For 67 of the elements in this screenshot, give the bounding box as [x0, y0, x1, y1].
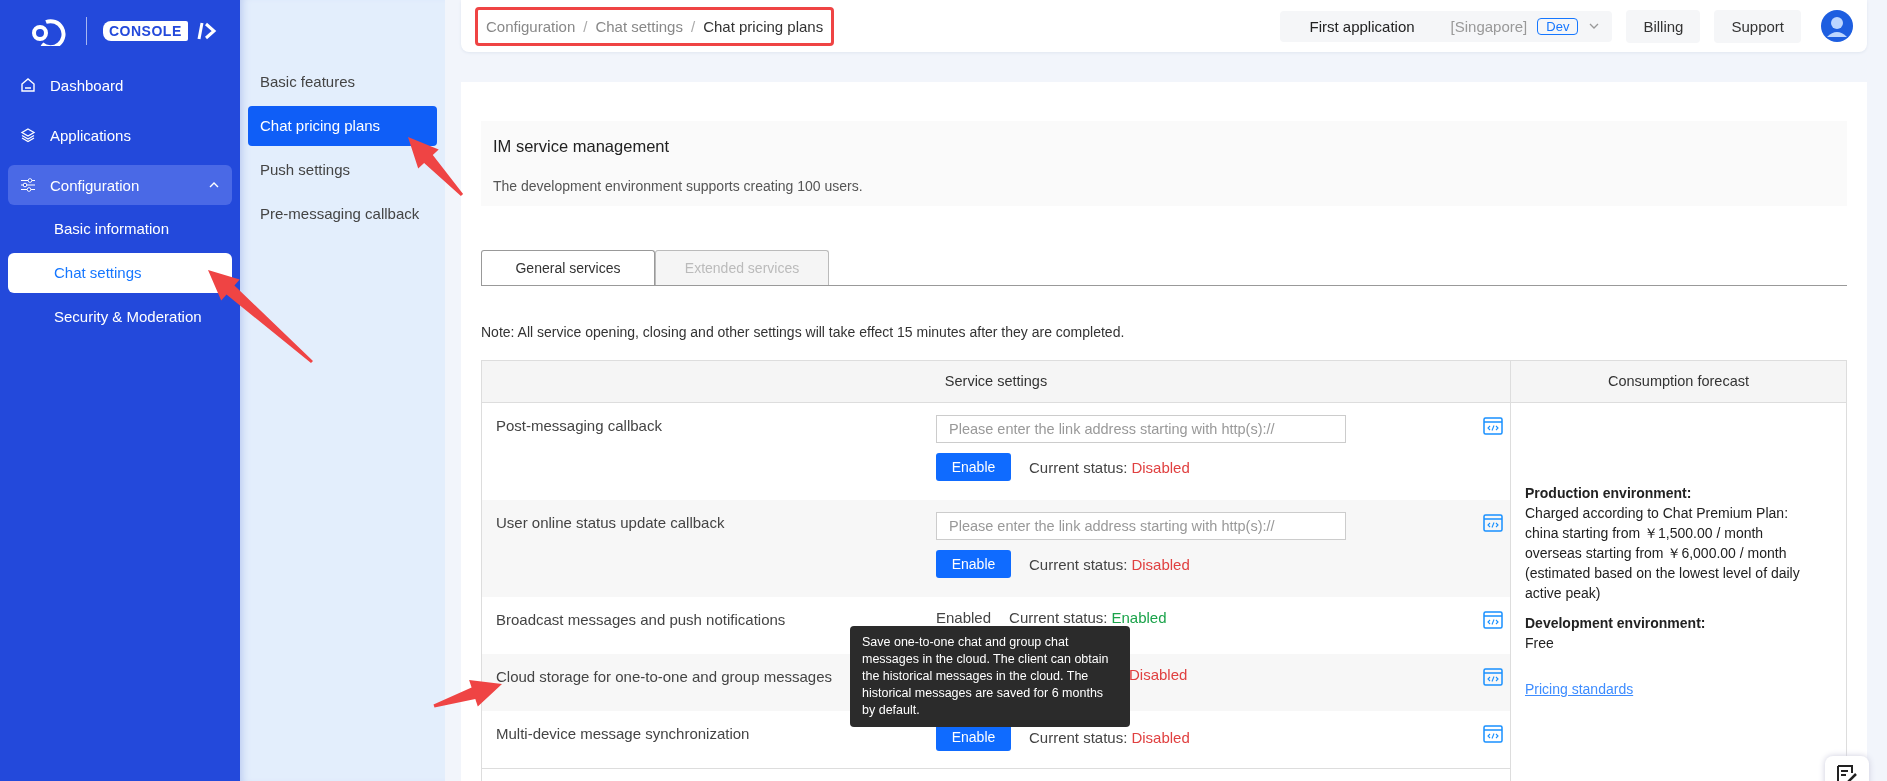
annotation-arrow — [408, 137, 464, 196]
tab[interactable]: General services — [481, 250, 655, 285]
status-label: Current status: — [1029, 728, 1128, 746]
avatar-icon[interactable] — [1821, 10, 1853, 42]
column-header: Service settings — [482, 361, 1511, 403]
nav-item[interactable]: Dashboard — [8, 65, 232, 105]
nav-item[interactable]: Basic information — [8, 209, 232, 249]
edit-note-icon — [1836, 764, 1858, 781]
menu-item[interactable]: Pre-messaging callback — [248, 194, 437, 234]
status-label: Current status: — [1029, 458, 1128, 476]
forecast-text: Charged according to Chat Premium Plan: — [1525, 504, 1790, 523]
env-badge: Dev — [1537, 17, 1579, 35]
note-text: Note: All service opening, closing and other settings will take effect 15 minutes after they are completed. — [481, 324, 1126, 340]
code-icon — [195, 21, 218, 41]
panel-description: The development environment supports creating 100 users. — [493, 178, 864, 194]
enable-button[interactable]: Enable — [936, 550, 1011, 578]
status-label: Current status: — [1029, 555, 1128, 573]
header-button[interactable]: Billing — [1626, 9, 1701, 43]
status-value: Disabled — [1129, 666, 1188, 683]
forecast-text: china starting from ￥1,500.00 / month — [1525, 524, 1765, 543]
service-name: Multi-device message synchronization — [496, 725, 750, 742]
service-name: User online status update callback — [496, 514, 725, 531]
tooltip: Save one-to-one chat and group chat messages in the cloud. The client can obtain the historical messages in the cloud. The historical messages are saved for 6 months by default. — [850, 626, 1130, 727]
service-name: Cloud storage for one-to-one and group messages — [496, 668, 833, 685]
breadcrumb-separator: / — [583, 17, 588, 35]
menu-item[interactable]: Basic features — [248, 62, 437, 102]
home-icon — [20, 77, 36, 93]
code-window-icon[interactable] — [1483, 611, 1503, 629]
column-header: Consumption forecast — [1511, 361, 1846, 403]
code-window-icon[interactable] — [1483, 417, 1503, 435]
layers-icon — [20, 127, 36, 143]
status-label: Current status: — [1009, 609, 1108, 626]
breadcrumb-separator: / — [690, 17, 696, 35]
console-logo: CONSOLE — [103, 21, 188, 41]
sliders-icon — [20, 177, 36, 193]
setting-value: Enabled — [936, 609, 992, 626]
forecast-text: Free — [1525, 634, 1555, 653]
forecast-heading: Production environment: — [1525, 484, 1693, 503]
forecast-text: (estimated based on the lowest level of daily active peak) — [1525, 564, 1801, 603]
status-value: Enabled — [1111, 609, 1167, 626]
forecast-text: overseas starting from ￥6,000.00 / month — [1525, 544, 1788, 563]
service-name: Broadcast messages and push notifications — [496, 611, 786, 628]
url-input[interactable]: Please enter the link address starting with http(s):// — [936, 415, 1346, 443]
url-input[interactable]: Please enter the link address starting with http(s):// — [936, 512, 1346, 540]
menu-item[interactable]: Chat pricing plans — [248, 106, 437, 146]
breadcrumb-item[interactable]: Chat pricing plans — [703, 17, 824, 35]
breadcrumb-item[interactable]: Chat settings — [595, 17, 683, 35]
chevron-down-icon — [1588, 22, 1601, 30]
nav-item[interactable]: Configuration — [8, 165, 232, 205]
code-window-icon[interactable] — [1483, 725, 1503, 743]
forecast-heading: Development environment: — [1525, 614, 1707, 633]
chevron-icon — [208, 181, 220, 189]
menu-item[interactable]: Push settings — [248, 150, 437, 190]
status-value: Disabled — [1131, 458, 1190, 476]
status-value: Disabled — [1131, 728, 1190, 746]
breadcrumb-item[interactable]: Configuration — [486, 17, 576, 35]
nav-item[interactable]: Applications — [8, 115, 232, 155]
app-selector[interactable]: First application [Singapore] Dev — [1279, 10, 1613, 42]
nav-item[interactable]: Security & Moderation — [8, 297, 232, 337]
nav-item[interactable]: Chat settings — [8, 253, 232, 293]
panel-title: IM service management — [493, 137, 671, 156]
code-window-icon[interactable] — [1483, 668, 1503, 686]
header-button[interactable]: Support — [1714, 9, 1801, 43]
enable-button[interactable]: Enable — [936, 453, 1011, 481]
code-window-icon[interactable] — [1483, 514, 1503, 532]
service-name: Post-messaging callback — [496, 417, 662, 434]
status-value: Disabled — [1131, 555, 1190, 573]
